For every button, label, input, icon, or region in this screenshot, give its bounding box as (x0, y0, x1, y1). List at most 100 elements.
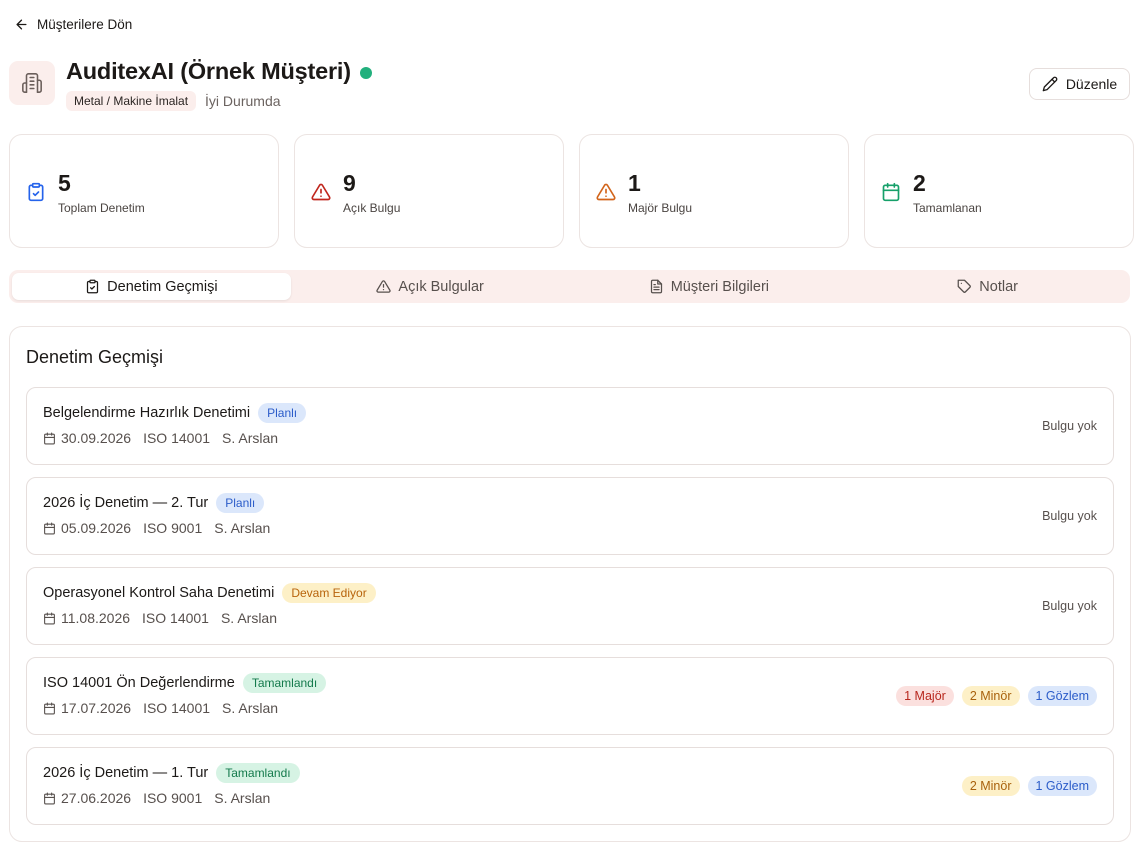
tab-open-findings[interactable]: Açık Bulgular (291, 273, 570, 300)
stat-card-total-audits: 5 Toplam Denetim (9, 134, 279, 248)
tab-notes[interactable]: Notlar (848, 273, 1127, 300)
audit-history-panel: Denetim Geçmişi Belgelendirme Hazırlık D… (9, 326, 1131, 842)
clipboard-check-icon (28, 182, 44, 202)
tag-icon (957, 279, 972, 293)
stat-label: Açık Bulgu (343, 201, 401, 215)
client-subtitle-row: Metal / Makine İmalat İyi Durumda (66, 91, 281, 111)
tab-label: Denetim Geçmişi (107, 278, 218, 295)
stat-card-major-findings: 1 Majör Bulgu (579, 134, 849, 248)
audit-name-row: 2026 İç Denetim — 1. Tur Tamamlandı (43, 763, 300, 783)
audit-meta: 27.06.2026 ISO 9001 S. Arslan (43, 790, 270, 806)
pencil-icon (1042, 76, 1058, 92)
observation-badge: 1 Gözlem (1027, 686, 1097, 706)
audit-row[interactable]: Operasyonel Kontrol Saha Denetimi Devam … (26, 567, 1114, 645)
calendar-icon (44, 432, 55, 444)
minor-findings-badge: 2 Minör (961, 776, 1020, 796)
status-badge: Tamamlandı (216, 763, 300, 783)
no-findings-text: Bulgu yok (1042, 509, 1097, 523)
audit-standard: ISO 9001 (143, 520, 203, 536)
audit-row[interactable]: Belgelendirme Hazırlık Denetimi Planlı 3… (26, 387, 1114, 465)
audit-meta: 30.09.2026 ISO 14001 S. Arslan (43, 430, 278, 446)
audit-findings: Bulgu yok (1042, 388, 1097, 464)
calendar-icon (44, 612, 55, 624)
audit-date: 30.09.2026 (43, 430, 131, 446)
arrow-left-icon (16, 19, 27, 30)
audit-name-row: Operasyonel Kontrol Saha Denetimi Devam … (43, 583, 376, 603)
stat-value: 5 (58, 170, 71, 196)
tab-bar: Denetim Geçmişi Açık Bulgular Müşteri Bi… (9, 270, 1130, 303)
clipboard-icon (87, 279, 99, 294)
audit-name: Operasyonel Kontrol Saha Denetimi (43, 585, 275, 601)
industry-badge: Metal / Makine İmalat (66, 91, 197, 111)
audit-name-row: ISO 14001 Ön Değerlendirme Tamamlandı (43, 673, 327, 693)
audit-name: 2026 İç Denetim — 2. Tur (43, 495, 209, 511)
tab-audit-history[interactable]: Denetim Geçmişi (12, 273, 291, 300)
edit-label: Düzenle (1065, 76, 1118, 92)
no-findings-text: Bulgu yok (1042, 599, 1097, 613)
stat-card-open-findings: 9 Açık Bulgu (294, 134, 564, 248)
audit-standard: ISO 14001 (142, 610, 209, 626)
stat-value: 9 (343, 170, 356, 196)
panel-title: Denetim Geçmişi (26, 347, 164, 367)
audit-findings: Bulgu yok (1042, 568, 1097, 644)
audit-name-row: 2026 İç Denetim — 2. Tur Planlı (43, 493, 265, 513)
audit-auditor: S. Arslan (214, 520, 271, 536)
building-icon (9, 61, 55, 105)
stats-row: 5 Toplam Denetim 9 Açık Bulgu 1 Majör Bu… (9, 134, 1134, 248)
stat-label: Toplam Denetim (58, 201, 145, 215)
audit-row[interactable]: 2026 İç Denetim — 1. Tur Tamamlandı 27.0… (26, 747, 1114, 825)
audit-row[interactable]: 2026 İç Denetim — 2. Tur Planlı 05.09.20… (26, 477, 1114, 555)
alert-triangle-icon (376, 280, 392, 293)
audit-date: 11.08.2026 (43, 610, 130, 626)
stat-card-completed: 2 Tamamlanan (864, 134, 1134, 248)
audit-findings: Bulgu yok (1042, 478, 1097, 554)
back-to-clients-link[interactable]: Müşterilere Dön (14, 17, 132, 32)
observation-badge: 1 Gözlem (1027, 776, 1097, 796)
no-findings-text: Bulgu yok (1042, 419, 1097, 433)
stat-value: 2 (913, 170, 926, 196)
audit-name: Belgelendirme Hazırlık Denetimi (43, 405, 251, 421)
status-badge: Planlı (258, 403, 307, 423)
audit-list: Belgelendirme Hazırlık Denetimi Planlı 3… (26, 387, 1114, 837)
audit-findings: 1 Majör 2 Minör 1 Gözlem (896, 658, 1097, 734)
status-badge: Tamamlandı (242, 673, 327, 693)
audit-auditor: S. Arslan (214, 790, 271, 806)
audit-date-text: 30.09.2026 (61, 430, 132, 446)
tab-label: Müşteri Bilgileri (670, 278, 770, 295)
status-badge: Devam Ediyor (282, 583, 376, 603)
audit-standard: ISO 14001 (143, 700, 211, 716)
page-title: AuditexAI (Örnek Müşteri) (66, 58, 351, 84)
alert-triangle-icon (596, 183, 616, 201)
audit-meta: 11.08.2026 ISO 14001 S. Arslan (43, 610, 277, 626)
audit-name: 2026 İç Denetim — 1. Tur (43, 765, 209, 781)
audit-row[interactable]: ISO 14001 Ön Değerlendirme Tamamlandı 17… (26, 657, 1114, 735)
minor-findings-badge: 2 Minör (961, 686, 1020, 706)
audit-date-text: 27.06.2026 (61, 790, 132, 806)
audit-date-text: 05.09.2026 (61, 520, 132, 536)
stat-label: Tamamlanan (913, 201, 982, 215)
audit-standard: ISO 9001 (143, 790, 203, 806)
calendar-icon (44, 702, 55, 714)
audit-name: ISO 14001 Ön Değerlendirme (43, 675, 235, 691)
back-label: Müşterilere Dön (37, 17, 133, 32)
audit-standard: ISO 14001 (143, 430, 211, 446)
calendar-icon (882, 182, 900, 202)
tab-label: Açık Bulgular (398, 278, 484, 295)
audit-auditor: S. Arslan (222, 430, 279, 446)
tab-client-info[interactable]: Müşteri Bilgileri (570, 273, 849, 300)
audit-auditor: S. Arslan (220, 610, 277, 626)
audit-meta: 17.07.2026 ISO 14001 S. Arslan (43, 700, 278, 716)
status-badge: Planlı (216, 493, 265, 513)
tab-label: Notlar (979, 278, 1018, 295)
stat-label: Majör Bulgu (628, 201, 693, 215)
alert-triangle-icon (311, 183, 331, 201)
audit-auditor: S. Arslan (222, 700, 279, 716)
audit-date-text: 17.07.2026 (61, 700, 132, 716)
audit-name-row: Belgelendirme Hazırlık Denetimi Planlı (43, 403, 307, 423)
file-text-icon (650, 279, 662, 294)
audit-date: 27.06.2026 (43, 790, 131, 806)
major-findings-badge: 1 Majör (896, 686, 954, 706)
edit-button[interactable]: Düzenle (1029, 68, 1130, 100)
audit-findings: 2 Minör 1 Gözlem (961, 748, 1097, 824)
calendar-icon (44, 522, 55, 534)
